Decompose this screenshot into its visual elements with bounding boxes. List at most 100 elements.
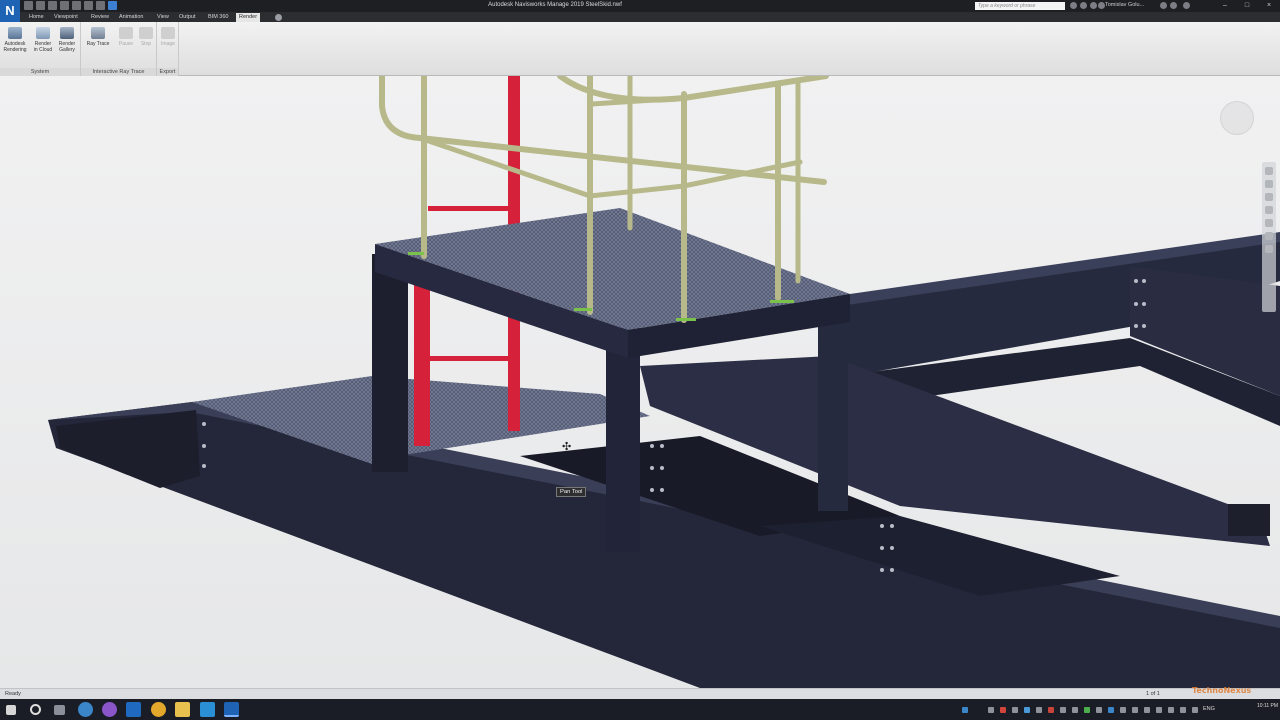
exchange-icon[interactable] — [1160, 2, 1167, 9]
autodesk-rendering-button[interactable]: Autodesk Rendering — [3, 27, 27, 53]
tray-icon[interactable] — [1036, 707, 1042, 713]
volume-icon[interactable] — [1180, 707, 1186, 713]
render-gallery-button[interactable]: Render Gallery — [55, 27, 79, 53]
ribbon-panel: Autodesk Rendering Render in Cloud Rende… — [0, 22, 1280, 76]
image-icon — [161, 27, 175, 39]
tray-icon[interactable] — [1120, 707, 1126, 713]
window-controls: – □ × — [1214, 0, 1280, 12]
button-label: Stop — [140, 41, 152, 47]
cart-icon[interactable] — [1170, 2, 1177, 9]
look-icon[interactable] — [1265, 219, 1273, 227]
viewcube[interactable] — [1220, 101, 1254, 135]
channel-watermark-logo: TechnoNexus — [1192, 686, 1252, 695]
teapot-icon — [8, 27, 22, 39]
tray-icon[interactable] — [1012, 707, 1018, 713]
tray-icon[interactable] — [1000, 707, 1006, 713]
tray-icon[interactable] — [1060, 707, 1066, 713]
platform-leg-back-right — [818, 316, 848, 511]
tab-review[interactable]: Review — [88, 13, 112, 22]
chrome-icon[interactable] — [151, 702, 166, 717]
move-cursor-icon: ✣ — [562, 441, 572, 453]
ray-trace-button[interactable]: Ray Trace — [86, 27, 110, 47]
orbit-icon[interactable] — [1265, 206, 1273, 214]
binoculars-icon[interactable] — [1070, 2, 1077, 9]
outlook-icon[interactable] — [126, 702, 141, 717]
render-in-cloud-button[interactable]: Render in Cloud — [31, 27, 55, 53]
tray-icon[interactable] — [988, 707, 994, 713]
edge-icon[interactable] — [78, 702, 93, 717]
platform-leg-front-left — [372, 254, 408, 472]
tab-viewpoint[interactable]: Viewpoint — [51, 13, 81, 22]
firefox-icon[interactable] — [102, 702, 117, 717]
button-label: Pause — [118, 41, 134, 47]
tray-icon[interactable] — [1084, 707, 1090, 713]
stop-button[interactable]: Stop — [134, 27, 158, 47]
tab-output[interactable]: Output — [176, 13, 199, 22]
group-label-system: System — [0, 68, 80, 76]
store-icon[interactable] — [200, 702, 215, 717]
title-bar: Autodesk Navisworks Manage 2019 SteelSki… — [0, 0, 1280, 12]
tray-app-icon[interactable] — [962, 707, 968, 713]
close-button[interactable]: × — [1258, 0, 1280, 12]
help-icon[interactable] — [1183, 2, 1190, 9]
gallery-icon — [60, 27, 74, 39]
minimize-button[interactable]: – — [1214, 0, 1236, 12]
tab-home[interactable]: Home — [26, 13, 47, 22]
navisworks-icon[interactable] — [224, 702, 239, 717]
tray-icon[interactable] — [1048, 707, 1054, 713]
battery-icon[interactable] — [1192, 707, 1198, 713]
tray-icon[interactable] — [1156, 707, 1162, 713]
ribbon-options-icon[interactable] — [275, 14, 282, 21]
button-label: Rendering — [3, 47, 27, 53]
ray-trace-icon — [91, 27, 105, 39]
ribbon-group-system: Autodesk Rendering Render in Cloud Rende… — [0, 22, 81, 76]
tab-animation[interactable]: Animation — [116, 13, 146, 22]
task-view-icon[interactable] — [54, 705, 65, 715]
application-menu-button[interactable]: N — [0, 0, 20, 22]
clock[interactable]: 10:11 PM — [1257, 703, 1278, 709]
image-export-button[interactable]: Image — [156, 27, 180, 47]
maximize-button[interactable]: □ — [1236, 0, 1258, 12]
status-text: Ready — [5, 691, 21, 697]
network-icon[interactable] — [1168, 707, 1174, 713]
tab-view[interactable]: View — [154, 13, 172, 22]
tray-icon[interactable] — [1132, 707, 1138, 713]
pan-icon[interactable] — [1265, 180, 1273, 188]
stop-icon — [139, 27, 153, 39]
scene-viewport[interactable]: ✣ Pan Tool — [0, 76, 1280, 688]
zoom-icon[interactable] — [1265, 193, 1273, 201]
pan-tool-tooltip: Pan Tool — [556, 487, 587, 497]
user-account[interactable]: Tomislav Golu... — [1105, 2, 1144, 8]
walk-icon[interactable] — [1265, 232, 1273, 240]
steering-wheel-icon[interactable] — [1265, 167, 1273, 175]
button-label: Ray Trace — [86, 41, 110, 47]
ribbon-tab-bar: Home Viewpoint Review Animation View Out… — [0, 12, 1280, 22]
cloud-teapot-icon — [36, 27, 50, 39]
group-label-export: Export — [157, 68, 178, 76]
user-icon[interactable] — [1098, 2, 1105, 9]
tab-render[interactable]: Render — [236, 13, 261, 22]
sheet-page-indicator[interactable]: 1 of 1 — [1146, 691, 1160, 697]
steel-skid-model — [48, 76, 1280, 688]
tray-icon[interactable] — [1072, 707, 1078, 713]
language-indicator[interactable]: ENG — [1203, 706, 1215, 712]
subscription-icon[interactable] — [1080, 2, 1087, 9]
file-explorer-icon[interactable] — [175, 702, 190, 717]
tab-bim360[interactable]: BIM 360 — [205, 13, 231, 22]
navigation-bar — [1262, 162, 1276, 312]
cortana-icon[interactable] — [30, 704, 41, 715]
tray-icon[interactable] — [1024, 707, 1030, 713]
navisworks-window: Autodesk Navisworks Manage 2019 SteelSki… — [0, 0, 1280, 720]
pause-icon — [119, 27, 133, 39]
start-icon[interactable] — [6, 705, 16, 715]
button-label: Image — [161, 41, 175, 47]
tray-icon[interactable] — [1144, 707, 1150, 713]
tray-icon[interactable] — [1096, 707, 1102, 713]
select-icon[interactable] — [1265, 245, 1273, 253]
help-search-input[interactable]: Type a keyword or phrase — [975, 2, 1065, 10]
ribbon-group-export: Image Export — [157, 22, 179, 76]
star-icon[interactable] — [1090, 2, 1097, 9]
tray-icon[interactable] — [1108, 707, 1114, 713]
platform-leg-front-right — [606, 328, 640, 552]
windows-taskbar: ENG 10:11 PM — [0, 699, 1280, 720]
